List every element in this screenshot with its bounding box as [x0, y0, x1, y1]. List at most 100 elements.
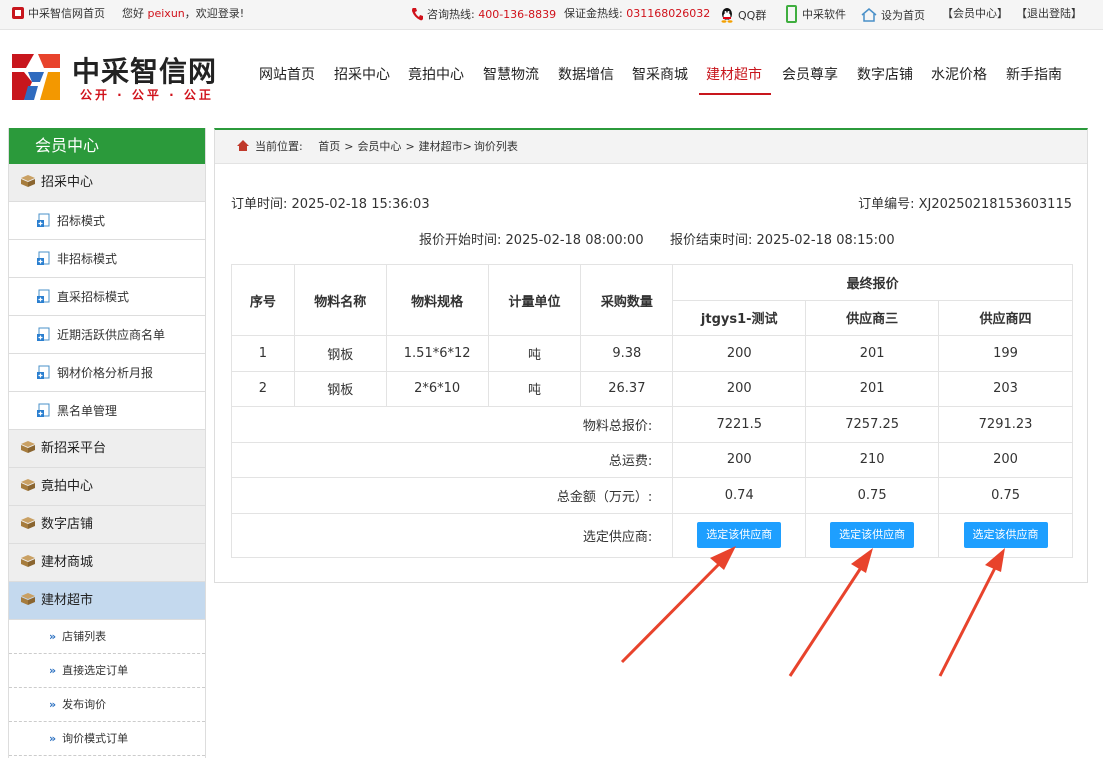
- sidebar-item-label: 钢材价格分析月报: [57, 366, 154, 380]
- sidebar-item-direct-tender-mode[interactable]: 直采招标模式: [9, 278, 205, 316]
- sidebar-item-direct-orders[interactable]: » 直接选定订单: [9, 654, 205, 688]
- sidebar-group-label: 数字店铺: [41, 517, 94, 532]
- site-home-link[interactable]: 中采智信网首页: [12, 7, 105, 21]
- nav-beginner-guide[interactable]: 新手指南: [1006, 66, 1062, 84]
- sidebar-item-blacklist[interactable]: 黑名单管理: [9, 392, 205, 430]
- logo-slogan: 公开 · 公平 · 公正: [80, 88, 214, 102]
- hotline: 咨询热线: 400-136-8839: [411, 7, 556, 22]
- column-header: 序号: [231, 264, 295, 336]
- table-row: 1 钢板 1.51*6*12 吨 9.38 200 201 199: [231, 335, 1073, 372]
- sidebar-title: 会员中心: [9, 128, 205, 164]
- nav-smart-logistics[interactable]: 智慧物流: [483, 66, 539, 84]
- breadcrumb-item-member[interactable]: 会员中心: [357, 140, 401, 153]
- order-number: 订单编号: XJ20250218153603115: [858, 193, 1072, 212]
- nav-digital-store[interactable]: 数字店铺: [857, 66, 913, 84]
- mobile-phone-icon: [786, 5, 797, 23]
- nav-smart-mall[interactable]: 智采商城: [632, 66, 688, 84]
- sidebar-group-procurement[interactable]: 招采中心: [9, 164, 205, 202]
- document-icon: [37, 365, 50, 379]
- nav-member-vip[interactable]: 会员尊享: [782, 66, 838, 84]
- main-panel: 当前位置: 首页 > 会员中心 > 建材超市> 询价列表 订单时间: 2025-02-18…: [214, 128, 1088, 583]
- sidebar-group-label: 招采中心: [41, 175, 94, 190]
- document-icon: [37, 213, 50, 227]
- site-logo[interactable]: 中采智信网 公开 · 公平 · 公正: [10, 50, 240, 106]
- sidebar-item-tender-mode[interactable]: 招标模式: [9, 202, 205, 240]
- sidebar-item-label: 近期活跃供应商名单: [57, 328, 166, 342]
- sidebar-item-steel-price-report[interactable]: 钢材价格分析月报: [9, 354, 205, 392]
- nav-active-indicator: [699, 93, 771, 95]
- nav-data-credit[interactable]: 数据增信: [558, 66, 614, 84]
- sidebar-item-active-suppliers[interactable]: 近期活跃供应商名单: [9, 316, 205, 354]
- hotline-label: 咨询热线:: [427, 8, 475, 21]
- mobile-app-label: 中采软件: [802, 8, 846, 21]
- total-material-label: 物料总报价:: [230, 406, 674, 443]
- cell-no: 1: [231, 335, 295, 372]
- nav-auction-center[interactable]: 竟拍中心: [408, 66, 464, 84]
- set-home-link[interactable]: 设为首页: [861, 7, 925, 23]
- site-logo-icon: [12, 7, 24, 19]
- order-time: 订单时间: 2025-02-18 15:36:03: [231, 193, 430, 212]
- breadcrumb-item-inquiry-list: 询价列表: [473, 140, 518, 153]
- quote-start-label: 报价开始时间:: [419, 233, 502, 248]
- sidebar-group-new-platform[interactable]: 新招采平台: [9, 430, 205, 468]
- supplier-header: jtgys1-测试: [672, 299, 807, 336]
- cell-price: 203: [938, 370, 1073, 407]
- box-icon: [21, 441, 35, 453]
- nav-cement-price[interactable]: 水泥价格: [931, 66, 987, 84]
- cell-spec: 1.51*6*12: [385, 335, 489, 372]
- house-icon: [861, 8, 877, 22]
- sidebar-group-building-materials[interactable]: 建材超市: [9, 582, 205, 620]
- sidebar: 会员中心 招采中心 招标模式 非招标模式 直采招标模式 近期活跃供应商名单 钢材…: [8, 128, 206, 758]
- cell-price: 201: [805, 335, 940, 372]
- document-icon: [37, 251, 50, 265]
- table-header-row: 序号 物料名称 物料规格 计量单位 采购数量 最终报价: [231, 264, 1073, 336]
- annotation-arrow-3: [938, 548, 1005, 677]
- mobile-app-link[interactable]: 中采软件: [786, 5, 846, 23]
- username: peixun: [147, 7, 185, 20]
- cell-price: 200: [672, 370, 807, 407]
- cell-freight: 200: [938, 441, 1073, 478]
- logo-mark-icon: [12, 54, 60, 100]
- annotation-arrow-2: [788, 548, 873, 677]
- order-time-value: 2025-02-18 15:36:03: [291, 197, 430, 212]
- logo-title: 中采智信网: [72, 55, 218, 88]
- sidebar-item-non-tender-mode[interactable]: 非招标模式: [9, 240, 205, 278]
- sidebar-item-label: 直接选定订单: [62, 664, 129, 677]
- nav-building-materials[interactable]: 建材超市: [706, 66, 762, 84]
- greeting-prefix: 您好: [122, 7, 144, 20]
- quote-end-label: 报价结束时间:: [670, 233, 753, 248]
- sidebar-item-label: 直采招标模式: [57, 290, 130, 304]
- breadcrumb-item-materials[interactable]: 建材超市: [419, 140, 463, 153]
- cell-no: 2: [231, 370, 295, 407]
- total-material-row: 物料总报价: 7221.5 7257.25 7291.23: [230, 406, 1073, 443]
- double-chevron-icon: »: [49, 732, 56, 745]
- greeting-suffix: ，欢迎登录!: [184, 7, 245, 20]
- breadcrumb-item-home[interactable]: 首页: [318, 140, 340, 153]
- nav-home[interactable]: 网站首页: [259, 66, 315, 84]
- sidebar-item-publish-inquiry[interactable]: » 发布询价: [9, 688, 205, 722]
- cell-freight: 210: [805, 441, 940, 478]
- nav-procurement-center[interactable]: 招采中心: [334, 66, 390, 84]
- sidebar-group-digital-store[interactable]: 数字店铺: [9, 506, 205, 544]
- supplier-header: 供应商三: [805, 299, 940, 336]
- site-home-label: 中采智信网首页: [28, 7, 105, 20]
- deposit-number: 031168026032: [626, 7, 711, 20]
- member-center-link[interactable]: 【会员中心】: [942, 7, 1008, 21]
- box-icon: [21, 175, 35, 187]
- sidebar-item-store-list[interactable]: » 店铺列表: [9, 620, 205, 654]
- sidebar-group-auction[interactable]: 竟拍中心: [9, 468, 205, 506]
- sidebar-item-inquiry-orders[interactable]: » 询价模式订单: [9, 722, 205, 756]
- cell-spec: 2*6*10: [385, 370, 489, 407]
- sidebar-item-label: 黑名单管理: [57, 404, 118, 418]
- sidebar-group-materials-mall[interactable]: 建材商城: [9, 544, 205, 582]
- qq-group-link[interactable]: QQ群: [720, 7, 766, 23]
- phone-icon: [412, 8, 423, 21]
- sidebar-group-label: 新招采平台: [41, 441, 107, 456]
- total-amount-label: 总金额（万元）:: [230, 477, 674, 514]
- sidebar-group-label: 建材商城: [41, 555, 94, 570]
- logout-link[interactable]: 【退出登陆】: [1016, 7, 1082, 21]
- double-chevron-icon: »: [49, 664, 56, 677]
- column-header: 物料规格: [385, 264, 489, 336]
- sidebar-item-label: 询价模式订单: [62, 732, 129, 745]
- final-quote-header: 最终报价: [672, 264, 1073, 301]
